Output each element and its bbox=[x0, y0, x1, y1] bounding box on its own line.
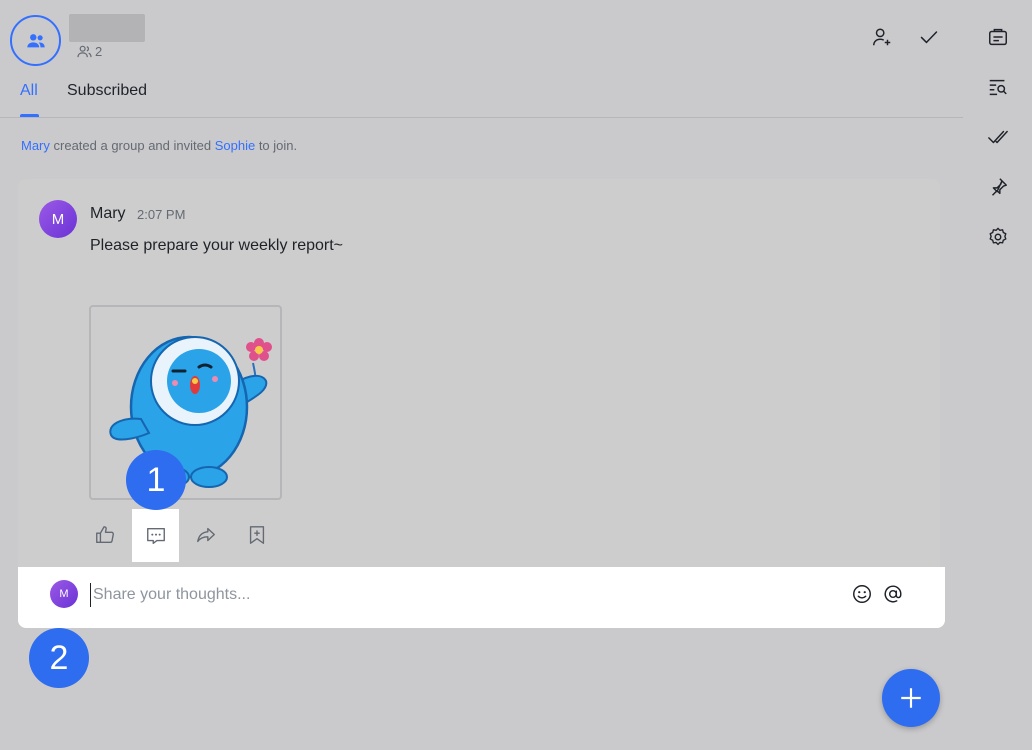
emoji-icon bbox=[853, 585, 871, 603]
tabs-divider bbox=[0, 117, 963, 118]
commenter-avatar: M bbox=[50, 580, 78, 608]
comment-icon bbox=[146, 527, 165, 544]
mark-done-button[interactable] bbox=[916, 24, 942, 50]
bookmark-button[interactable] bbox=[243, 521, 271, 549]
system-message-target[interactable]: Sophie bbox=[215, 138, 255, 153]
system-message: Mary created a group and invited Sophie … bbox=[21, 138, 297, 153]
system-message-end: to join. bbox=[258, 138, 298, 153]
tab-subscribed[interactable]: Subscribed bbox=[67, 82, 147, 100]
board-icon bbox=[989, 28, 1007, 46]
system-message-text: created a group and invited bbox=[53, 138, 212, 153]
step-badge-1: 1 bbox=[126, 450, 186, 510]
new-post-button[interactable] bbox=[882, 669, 940, 727]
member-count-value: 2 bbox=[95, 44, 103, 59]
comment-input[interactable] bbox=[90, 583, 830, 607]
group-icon bbox=[26, 33, 45, 47]
group-avatar[interactable] bbox=[10, 15, 61, 66]
rail-settings-button[interactable] bbox=[985, 224, 1011, 250]
pin-icon bbox=[991, 178, 1007, 196]
rail-pin-button[interactable] bbox=[985, 174, 1011, 200]
share-icon bbox=[197, 527, 215, 543]
sender-avatar[interactable]: M bbox=[39, 200, 77, 238]
rail-done-button[interactable] bbox=[985, 124, 1011, 150]
mascot-sticker bbox=[109, 335, 272, 488]
group-title-redacted bbox=[69, 14, 145, 42]
tab-all[interactable]: All bbox=[20, 82, 38, 100]
system-message-actor[interactable]: Mary bbox=[21, 138, 50, 153]
message-text: Please prepare your weekly report~ bbox=[90, 237, 344, 254]
comment-button[interactable] bbox=[132, 509, 179, 562]
bookmark-icon bbox=[249, 526, 265, 544]
add-member-icon bbox=[873, 28, 891, 46]
plus-icon bbox=[901, 688, 921, 708]
done-icon bbox=[988, 130, 1008, 144]
member-count[interactable]: 2 bbox=[77, 44, 102, 59]
like-button[interactable] bbox=[91, 521, 119, 549]
rail-board-button[interactable] bbox=[985, 24, 1011, 50]
search-list-icon bbox=[989, 79, 1007, 96]
message-time: 2:07 PM bbox=[137, 207, 186, 222]
settings-icon bbox=[989, 227, 1007, 246]
emoji-button[interactable] bbox=[850, 582, 874, 606]
check-icon bbox=[920, 31, 938, 44]
sticker-image[interactable] bbox=[89, 305, 282, 500]
members-icon bbox=[77, 45, 92, 58]
rail-search-button[interactable] bbox=[985, 74, 1011, 100]
mention-button[interactable] bbox=[881, 582, 905, 606]
mention-icon bbox=[884, 585, 902, 603]
like-icon bbox=[96, 526, 114, 544]
sender-name[interactable]: Mary bbox=[90, 205, 126, 223]
add-member-button[interactable] bbox=[869, 24, 895, 50]
share-button[interactable] bbox=[192, 521, 220, 549]
step-badge-2: 2 bbox=[29, 628, 89, 688]
